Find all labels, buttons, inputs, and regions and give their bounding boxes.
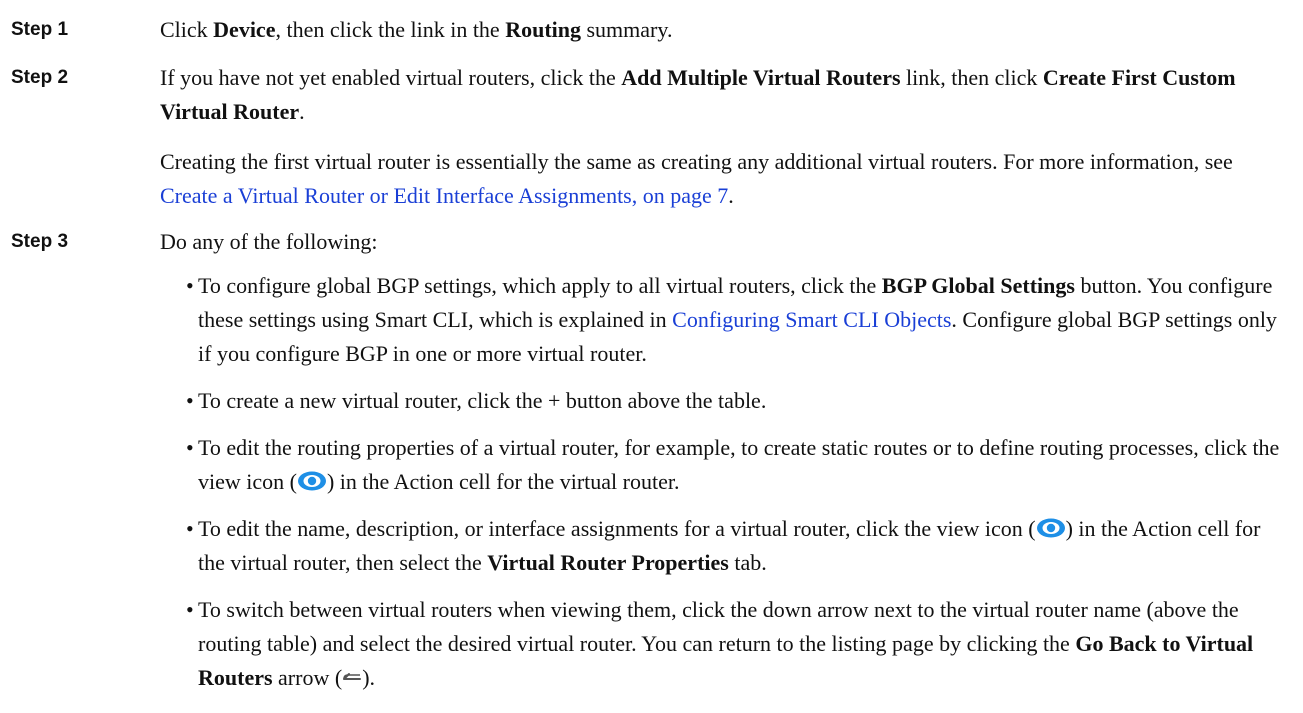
text: ) in the Action cell for the virtual rou…: [326, 469, 680, 494]
text: If you have not yet enabled virtual rout…: [160, 65, 622, 90]
list-item: • To create a new virtual router, click …: [186, 384, 1288, 418]
step-body: If you have not yet enabled virtual rout…: [160, 61, 1288, 213]
text: To edit the name, description, or interf…: [198, 516, 1036, 541]
text: .: [728, 183, 734, 208]
step-note: Creating the first virtual router is ess…: [160, 145, 1288, 213]
text: To configure global BGP settings, which …: [198, 273, 882, 298]
step-paragraph: If you have not yet enabled virtual rout…: [160, 61, 1288, 129]
text: Click: [160, 17, 214, 42]
text: ).: [362, 665, 376, 690]
text: summary.: [581, 17, 673, 42]
create-virtual-router-link[interactable]: Create a Virtual Router or Edit Interfac…: [160, 183, 728, 208]
list-item: • To edit the routing properties of a vi…: [186, 431, 1288, 499]
list-item: • To edit the name, description, or inte…: [186, 512, 1288, 580]
text: link, then click: [900, 65, 1043, 90]
text: .: [299, 99, 305, 124]
step-intro: Do any of the following:: [160, 229, 378, 254]
bullet-dot: •: [186, 597, 194, 622]
step-body: Click Device, then click the link in the…: [160, 13, 1288, 47]
bullet-dot: •: [186, 273, 194, 298]
list-item: • To configure global BGP settings, whic…: [186, 269, 1288, 371]
text: , then click the link in the: [275, 17, 506, 42]
smart-cli-objects-link[interactable]: Configuring Smart CLI Objects: [672, 307, 951, 332]
bold-term: BGP Global Settings: [881, 273, 1075, 298]
step-body: Do any of the following:: [160, 225, 1288, 259]
eye-icon: [1036, 517, 1066, 539]
step-label: Step 3: [11, 231, 69, 252]
bold-term-routing: Routing: [505, 17, 581, 42]
eye-icon: [297, 470, 327, 492]
options-list: • To configure global BGP settings, whic…: [186, 269, 1288, 708]
bullet-dot: •: [186, 516, 194, 541]
bullet-dot: •: [186, 435, 194, 460]
step-label: Step 1: [11, 19, 69, 40]
bullet-dot: •: [186, 388, 194, 413]
text: Creating the first virtual router is ess…: [160, 149, 1233, 174]
bold-term: Add Multiple Virtual Routers: [621, 65, 901, 90]
text: To create a new virtual router, click th…: [198, 388, 767, 413]
text: arrow (: [272, 665, 343, 690]
bold-term-device: Device: [213, 17, 276, 42]
text: tab.: [728, 550, 767, 575]
back-arrow-icon: [342, 671, 362, 685]
step-label: Step 2: [11, 67, 69, 88]
bold-term: Virtual Router Properties: [487, 550, 729, 575]
list-item: • To switch between virtual routers when…: [186, 593, 1288, 695]
step-paragraph: Click Device, then click the link in the…: [160, 13, 1288, 47]
